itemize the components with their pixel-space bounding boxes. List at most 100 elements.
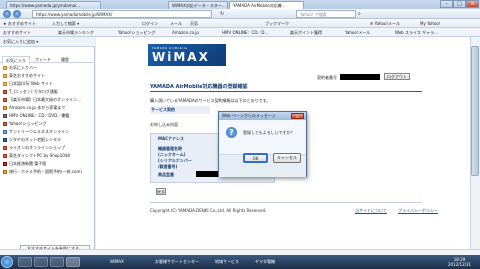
device-name-label: 機器管理名称 (ニックネーム) xyxy=(158,146,186,157)
browser-tab-bar: https://www.yamada.jp/ymdamar... WiMAX対応… xyxy=(0,0,480,10)
list-item[interactable]: Yahoo!ショッピング xyxy=(3,121,93,128)
refresh-icon[interactable]: ↻ xyxy=(220,11,224,17)
list-item[interactable]: Amazon.co.jp 本から家電まで xyxy=(3,105,93,112)
maximize-button[interactable]: □ xyxy=(453,0,466,8)
ok-button[interactable]: OK xyxy=(243,153,268,163)
serial-number-label: (シリアルナンバー /製造番号) xyxy=(158,158,192,169)
favorite-label: 楽天市場ランキング xyxy=(58,30,94,35)
start-button[interactable] xyxy=(1,256,13,268)
favorite-item[interactable]: Yahoo!ショッピング xyxy=(118,30,155,36)
cancel-button[interactable]: キャンセル xyxy=(273,153,301,163)
favorite-label: Amazon.co.jp xyxy=(172,30,199,35)
favorite-item[interactable]: 楽天ポイント獲得 xyxy=(290,30,322,36)
toolbar-label: Yahoo!メール xyxy=(374,21,401,26)
list-item[interactable]: ライオンのオンラインショップ xyxy=(3,145,93,152)
list-item[interactable]: 【楽天市場】日本最大級のオンライン... xyxy=(3,97,93,104)
favorite-item[interactable]: Amazon.co.jp xyxy=(172,30,199,35)
intro-text: 購入頂いているYAMADAのサービス契約情報は以下のとおりです。 xyxy=(150,98,271,103)
system-clock[interactable]: 18:29 2012/12/31 xyxy=(448,257,471,267)
folder-taskbar-icon[interactable] xyxy=(34,257,48,267)
page-icon xyxy=(3,106,7,110)
list-item[interactable]: T_(ニッセン) カタログ通販 xyxy=(3,89,93,96)
search-icon[interactable]: ⌕ xyxy=(358,11,361,17)
minimize-button[interactable]: – xyxy=(440,0,453,8)
logout-label: ログアウト xyxy=(387,74,407,79)
logo-title: WiMAX xyxy=(152,50,210,64)
list-item[interactable]: お気に入りバー xyxy=(3,65,93,72)
toolbar-add-site[interactable]: ★ おすすめサイト xyxy=(3,21,36,27)
title-divider xyxy=(150,91,422,92)
ie-taskbar-icon[interactable] xyxy=(18,257,32,267)
wimax-logo: YAMADA AirMobile WiMAX xyxy=(148,44,226,66)
page-title: YAMADA AirMobile対応機器の登録確認 xyxy=(150,84,248,90)
favorite-item[interactable]: HMV ONLINE：CD／D... xyxy=(222,30,268,36)
add-to-favorites-button[interactable]: お気に入りに追加 ▾ xyxy=(0,37,95,47)
logout-button[interactable]: ログアウト xyxy=(384,73,410,80)
dialog-close-button[interactable]: × xyxy=(291,113,304,119)
favorite-item[interactable]: 楽天市場ランキング xyxy=(58,30,94,36)
toolbar-my-yahoo[interactable]: My Yahoo! xyxy=(420,21,440,26)
ok-label: OK xyxy=(252,156,259,161)
back-icon[interactable]: ‹ xyxy=(3,10,11,18)
dialog-message: 登録してもよろしいですか？ xyxy=(243,130,295,135)
toolbar-login[interactable]: ログイン xyxy=(142,21,158,27)
redacted-contract-number xyxy=(340,74,380,80)
taskbar-item[interactable]: WiMAX xyxy=(110,259,124,264)
page-icon xyxy=(3,130,7,134)
page-icon xyxy=(3,138,7,142)
privacy-policy-link[interactable]: プライバシーポリシー xyxy=(398,208,438,214)
tab-history[interactable]: 履歴 xyxy=(58,56,72,64)
tab-label: YAMADA AirMobile対応機... xyxy=(233,3,286,8)
close-window-button[interactable]: × xyxy=(466,0,479,8)
tab-label: https://www.yamada.jp/ymdamar... xyxy=(10,3,81,8)
toolbar-label: メール xyxy=(170,21,182,26)
favorites-sidebar: お気に入りに追加 ▾ お気に入り フィード 履歴 お気に入りバー 東芝おすすめサ… xyxy=(0,37,95,255)
toolbar-label: My Yahoo! xyxy=(420,21,441,26)
media-taskbar-icon[interactable] xyxy=(50,257,64,267)
about-site-link[interactable]: 当サイトについて xyxy=(355,208,387,214)
favorite-label: 楽天ポイント獲得 xyxy=(290,30,322,35)
toolbar-label: ブックマーク xyxy=(265,21,289,26)
toolbar-search[interactable]: 入力して検索 ▾ xyxy=(52,21,79,27)
page-icon xyxy=(3,170,7,174)
list-item[interactable]: 東芝おすすめサイト xyxy=(3,73,93,80)
back-button[interactable]: 戻る xyxy=(156,188,166,195)
browser-taskbar-icon[interactable] xyxy=(66,257,80,267)
question-icon: ? xyxy=(226,127,237,138)
taskbar-item[interactable]: 地域サービス xyxy=(215,259,239,265)
toolbar-label: ログイン xyxy=(142,21,158,26)
list-item-label: T_(ニッセン) カタログ通販 xyxy=(9,89,58,94)
list-item[interactable]: 東芝ダイレクトPC by Shop1048 xyxy=(3,153,93,160)
navigation-bar: ‹ › https://www.yamadamobile.jp/WiMAX/ ↻… xyxy=(0,9,480,19)
browser-tab[interactable]: https://www.yamada.jp/ymdamar... xyxy=(6,1,101,9)
toolbar-bookmark[interactable]: ブックマーク xyxy=(265,21,289,27)
favorite-item[interactable]: おすすめサイト xyxy=(3,30,31,36)
toolbar-yahoo-mail[interactable]: ✉ Yahoo!メール xyxy=(370,21,400,27)
list-item[interactable]: 旅行・ホテル予約・国際予約(一休.com) xyxy=(3,169,93,176)
footer-divider xyxy=(150,202,422,203)
list-item[interactable]: HMV ONLINE：CD／DVD／書籍 xyxy=(3,113,93,120)
list-item[interactable]: サントリーウエルネスオンライン xyxy=(3,129,93,136)
toolbar-mail[interactable]: メール xyxy=(170,21,182,27)
address-bar[interactable]: https://www.yamadamobile.jp/WiMAX/ xyxy=(32,10,212,18)
clock-date: 2012/12/31 xyxy=(448,262,472,267)
list-item[interactable]: 日本経済新聞 電子版 xyxy=(3,161,93,168)
favorite-item[interactable]: Yahoo!メール xyxy=(345,30,370,36)
list-item[interactable]: 日本語(US) Web サイト xyxy=(3,81,93,88)
tab-feeds[interactable]: フィード xyxy=(32,56,54,64)
tab-favorites[interactable]: お気に入り xyxy=(2,56,30,65)
taskbar-item[interactable]: お客様サポートセンター xyxy=(155,259,199,265)
favorite-item[interactable]: Web スライス ギャラ... xyxy=(395,30,438,36)
browser-tab[interactable]: WiMAX対応データ・スター... xyxy=(168,1,228,9)
search-placeholder: Yahoo! で検索 xyxy=(300,12,327,17)
register-intro-text: お申し込み内容 xyxy=(150,122,178,127)
taskbar-item[interactable]: ヤマダ電機 xyxy=(255,259,275,265)
page-icon xyxy=(3,154,7,158)
list-item[interactable]: ツタヤのネット宅配レンタル xyxy=(3,137,93,144)
search-input[interactable]: Yahoo! で検索 xyxy=(296,10,356,18)
sidebar-tabs: お気に入り フィード 履歴 xyxy=(0,55,95,65)
scrollbar-thumb[interactable] xyxy=(471,46,479,176)
toolbar-weather[interactable]: 天気 xyxy=(190,21,198,27)
forward-icon[interactable]: › xyxy=(13,10,21,18)
tab-label: WiMAX対応データ・スター... xyxy=(172,3,226,8)
